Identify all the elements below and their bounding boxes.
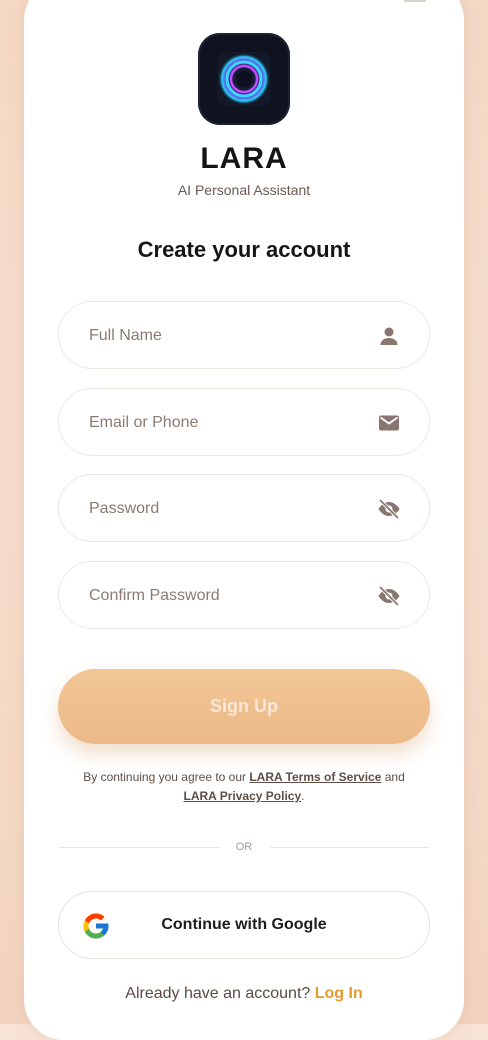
log-in-link[interactable]: Log In: [315, 985, 363, 1002]
sign-up-button[interactable]: Sign Up: [58, 669, 430, 744]
eye-off-icon[interactable]: [377, 497, 401, 521]
app-name: LARA: [200, 142, 288, 175]
person-icon: [380, 327, 398, 345]
ai-orb-icon: [217, 52, 271, 106]
terms-of-service-link[interactable]: LARA Terms of Service: [249, 770, 381, 784]
password-input[interactable]: [87, 475, 361, 543]
login-prompt: Already have an account? Log In: [0, 985, 488, 1003]
password-field[interactable]: [58, 474, 430, 543]
google-button-label: Continue with Google: [161, 916, 327, 933]
terms-and: and: [381, 770, 405, 784]
confirm-password-field[interactable]: [58, 561, 430, 630]
page-title: Create your account: [137, 237, 351, 262]
confirm-password-input[interactable]: [87, 562, 361, 630]
login-prompt-text: Already have an account?: [125, 985, 311, 1002]
terms-suffix: .: [301, 789, 305, 803]
privacy-policy-link[interactable]: LARA Privacy Policy: [184, 789, 302, 803]
continue-with-google-button[interactable]: Continue with Google: [58, 891, 430, 959]
app-tagline: AI Personal Assistant: [177, 182, 311, 198]
full-name-input[interactable]: [87, 302, 361, 370]
divider-right: [270, 847, 430, 848]
mail-icon: [379, 415, 399, 431]
status-notch: [404, 0, 426, 2]
full-name-field[interactable]: [58, 301, 430, 370]
email-phone-field[interactable]: [58, 388, 430, 457]
email-phone-input[interactable]: [87, 389, 361, 457]
app-logo: [198, 33, 290, 125]
terms-notice: By continuing you agree to our LARA Term…: [60, 768, 428, 806]
eye-off-icon[interactable]: [377, 584, 401, 608]
terms-prefix: By continuing you agree to our: [83, 770, 250, 784]
